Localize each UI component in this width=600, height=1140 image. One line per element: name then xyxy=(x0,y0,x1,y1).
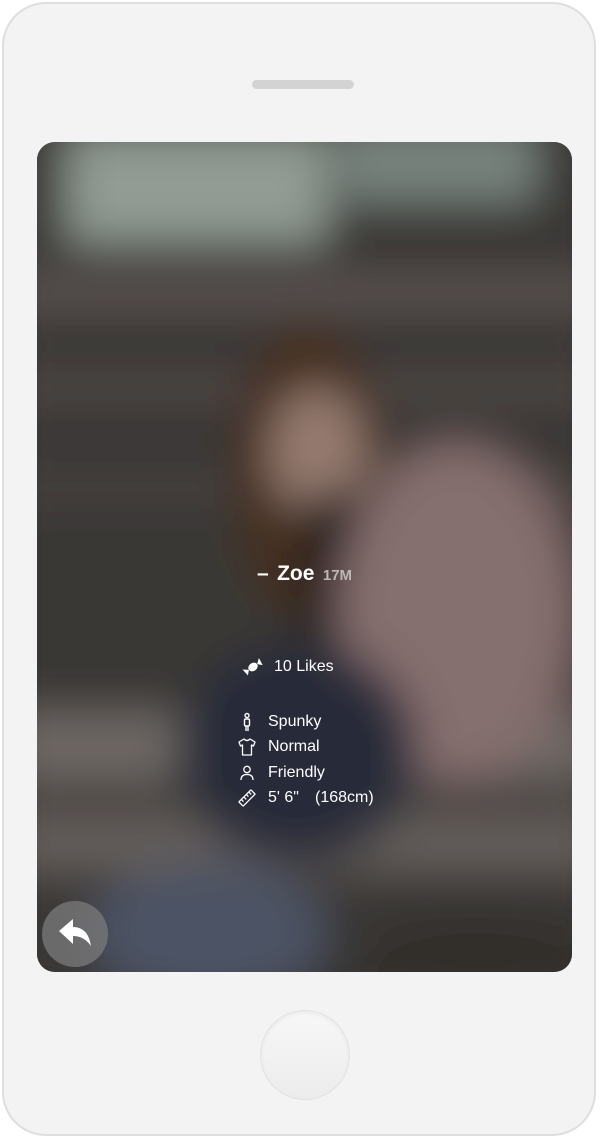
back-arrow-icon xyxy=(59,919,91,946)
person-figure-icon xyxy=(237,712,257,732)
user-icon xyxy=(237,763,257,783)
profile-name: Zoe xyxy=(277,562,315,585)
profile-name-line: – Zoe 17M xyxy=(37,562,572,586)
attribute-height: 5' 6" (168cm) xyxy=(237,786,374,812)
attribute-personality: Spunky xyxy=(237,709,374,735)
likes-row: 10 Likes xyxy=(242,656,334,678)
attribute-style: Normal xyxy=(237,735,374,761)
style-value: Normal xyxy=(268,738,320,756)
height-cm: (168cm) xyxy=(314,789,374,807)
candy-icon xyxy=(242,656,264,678)
ruler-icon xyxy=(237,788,257,808)
name-dash: – xyxy=(256,562,269,585)
tshirt-icon xyxy=(237,737,257,757)
attitude-value: Friendly xyxy=(268,763,325,781)
phone-speaker xyxy=(252,80,354,89)
profile-attributes: Spunky Normal Friendly 5' 6" (168cm) xyxy=(237,709,374,811)
height-feet: 5' 6" xyxy=(268,789,299,807)
profile-screen: – Zoe 17M 10 Likes Spunky Normal Friendl… xyxy=(37,142,572,972)
likes-count: 10 Likes xyxy=(274,658,334,675)
back-button[interactable] xyxy=(42,901,108,967)
photo-overlay xyxy=(37,142,572,972)
attribute-attitude: Friendly xyxy=(237,760,374,786)
home-button[interactable] xyxy=(260,1010,350,1100)
phone-frame: – Zoe 17M 10 Likes Spunky Normal Friendl… xyxy=(2,2,596,1136)
profile-age: 17M xyxy=(322,567,353,584)
personality-value: Spunky xyxy=(268,712,322,730)
